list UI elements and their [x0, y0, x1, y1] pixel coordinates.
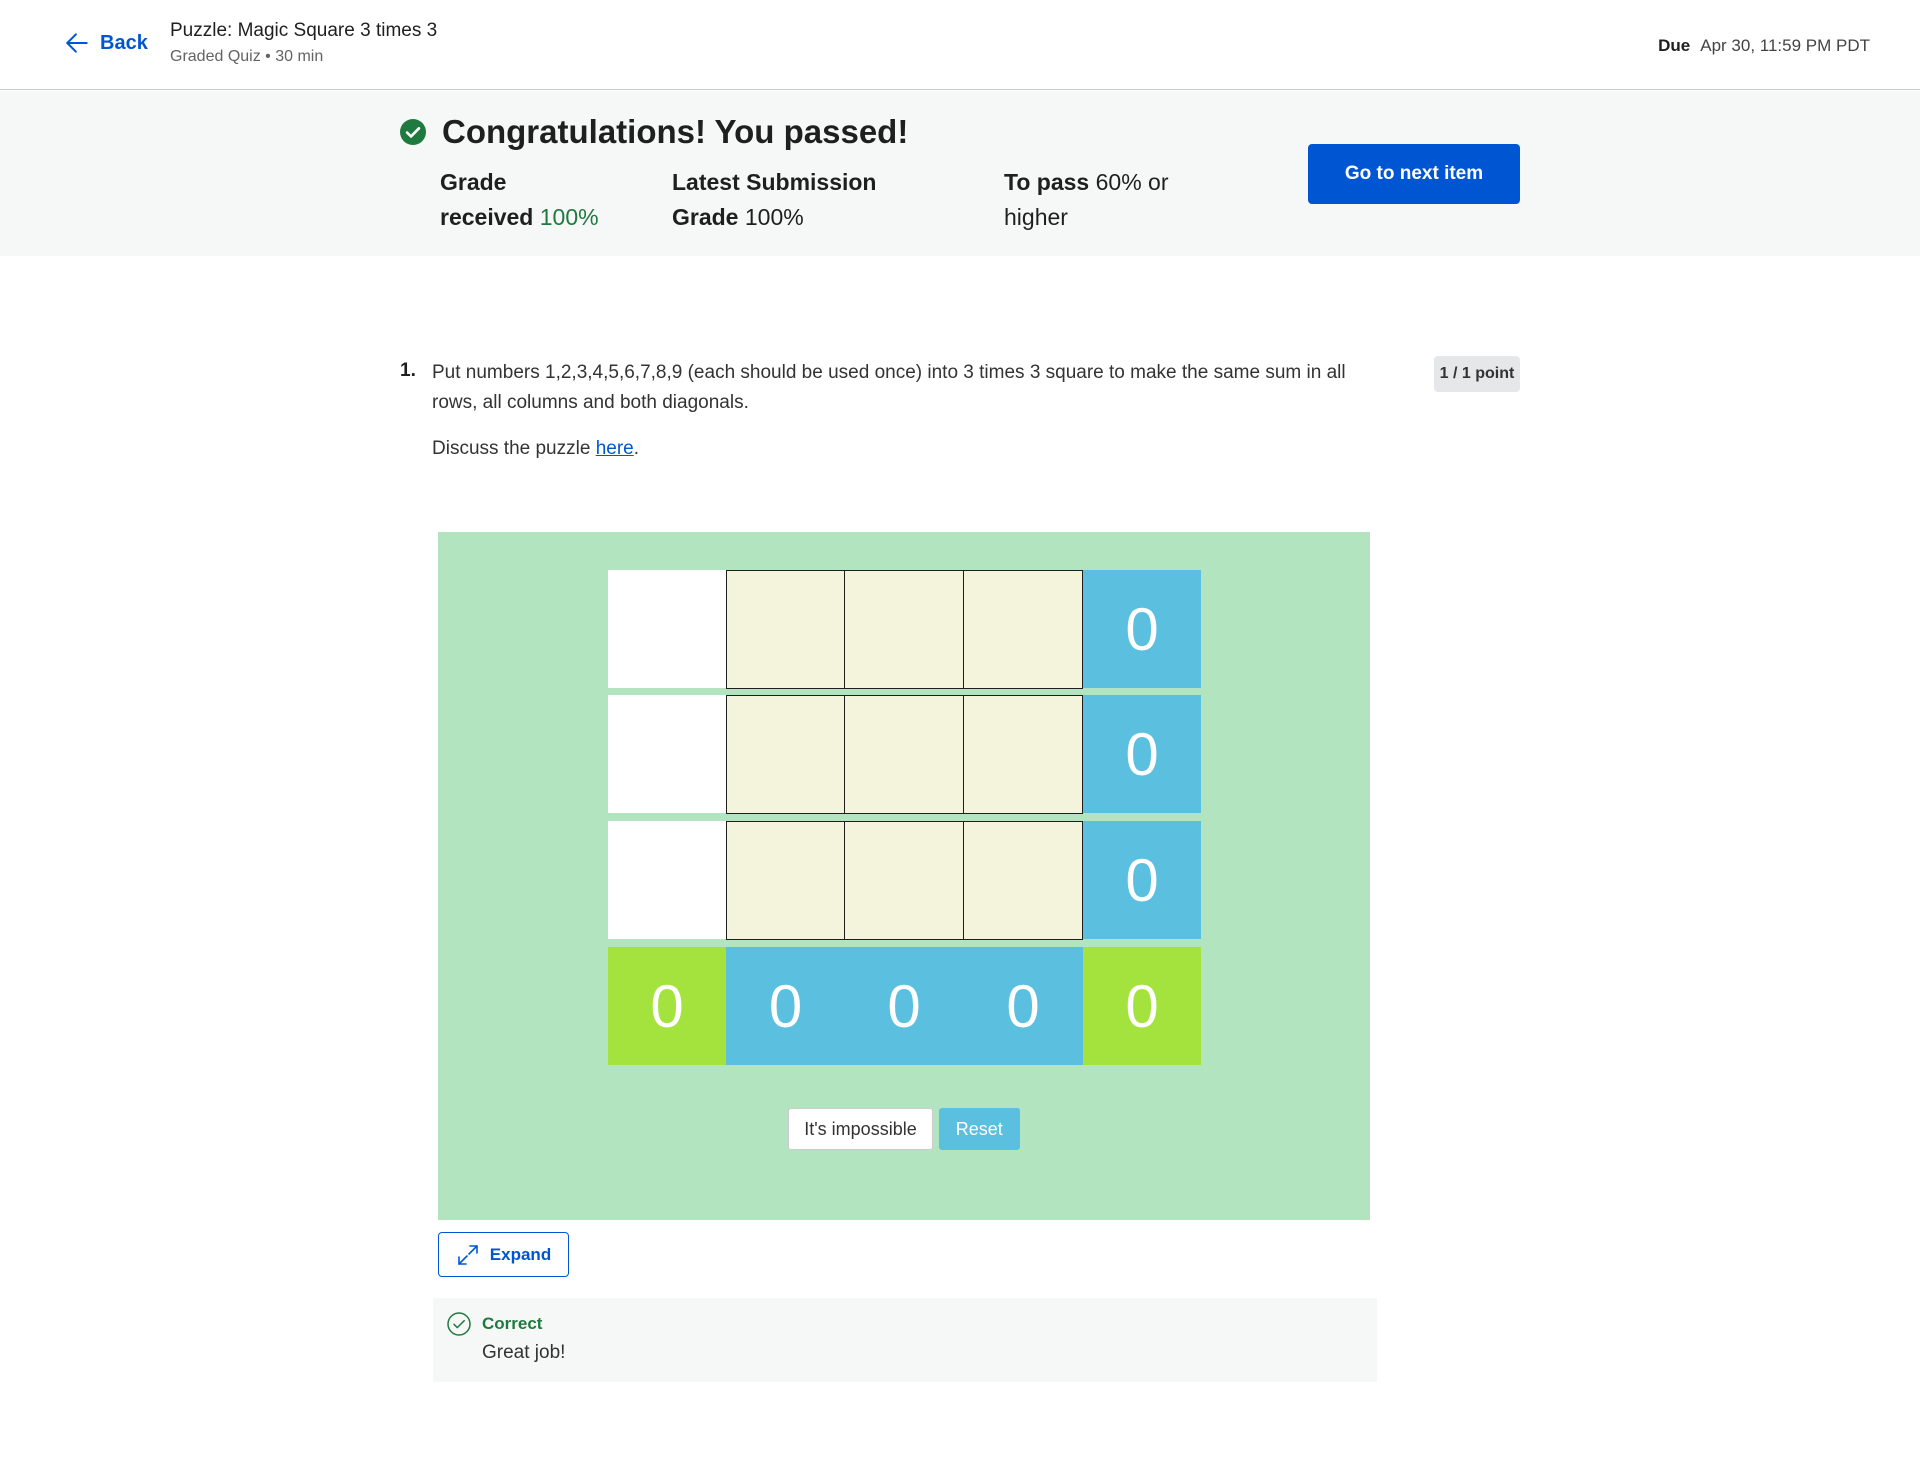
- points-badge: 1 / 1 point: [1434, 356, 1520, 392]
- pass-value: 60% or: [1095, 169, 1169, 195]
- grade-label-2: received: [440, 204, 534, 230]
- page-subtitle: Graded Quiz • 30 min: [170, 48, 324, 65]
- pass-message: Congratulations! You passed!: [400, 113, 908, 151]
- grid-cell-r3c3[interactable]: [963, 821, 1083, 940]
- latest-value: 100%: [744, 204, 804, 230]
- pass-threshold: To pass 60% or higher: [1004, 165, 1204, 235]
- arrow-left-icon: [66, 33, 88, 53]
- reset-button[interactable]: Reset: [938, 1108, 1020, 1150]
- pass-label: To pass: [1004, 169, 1090, 195]
- latest-label-2: Grade: [672, 204, 739, 230]
- expand-label: Expand: [489, 1244, 552, 1264]
- column-sum-3: 0: [963, 947, 1083, 1065]
- check-circle-icon: [400, 119, 426, 145]
- expand-button[interactable]: Expand: [438, 1232, 569, 1277]
- magic-square-puzzle: 0 0 0 0 0 0 0 0 It's impossible Reset: [438, 532, 1370, 1220]
- grade-value: 100%: [539, 204, 599, 230]
- next-item-button[interactable]: Go to next item: [1308, 144, 1520, 204]
- page-title-block: Puzzle: Magic Square 3 times 3 Graded Qu…: [170, 20, 437, 66]
- grid-cell-r2c1[interactable]: [726, 695, 845, 814]
- discuss-period: .: [633, 438, 639, 459]
- due-value: Apr 30, 11:59 PM PDT: [1700, 36, 1870, 55]
- impossible-button[interactable]: It's impossible: [788, 1108, 933, 1150]
- grid-cell-r3c2[interactable]: [844, 821, 964, 940]
- feedback-status: Correct: [482, 1314, 543, 1333]
- question-number: 1.: [400, 360, 416, 381]
- row-sum-1: 0: [1083, 570, 1201, 688]
- grade-label: Grade: [440, 169, 507, 195]
- back-link[interactable]: Back: [64, 30, 148, 56]
- question-text: Put numbers 1,2,3,4,5,6,7,8,9 (each shou…: [432, 362, 1346, 413]
- feedback-box: Correct Great job!: [433, 1298, 1377, 1382]
- blank-cell: [608, 570, 726, 688]
- grid-cell-r2c2[interactable]: [844, 695, 964, 814]
- grid-cell-r1c1[interactable]: [726, 570, 845, 689]
- column-sum-1: 0: [726, 947, 845, 1065]
- back-label: Back: [100, 31, 148, 54]
- puzzle-actions: It's impossible Reset: [438, 1108, 1370, 1150]
- due-label: Due: [1658, 36, 1691, 55]
- row-sum-2: 0: [1083, 695, 1201, 813]
- check-circle-outline-icon: [447, 1312, 471, 1336]
- expand-arrows-icon: [457, 1244, 478, 1265]
- column-sum-2: 0: [844, 947, 964, 1065]
- pass-value-2: higher: [1004, 204, 1068, 230]
- discuss-line: Discuss the puzzle here.: [432, 438, 639, 460]
- grid-cell-r3c1[interactable]: [726, 821, 845, 940]
- grid-cell-r1c2[interactable]: [844, 570, 964, 689]
- page-title: Puzzle: Magic Square 3 times 3: [170, 20, 438, 41]
- row-sum-3: 0: [1083, 821, 1201, 939]
- grid-cell-r1c3[interactable]: [963, 570, 1083, 689]
- discuss-link[interactable]: here: [596, 438, 634, 459]
- due-date: Due Apr 30, 11:59 PM PDT: [1658, 36, 1870, 56]
- result-banner: Congratulations! You passed! Grade recei…: [0, 91, 1920, 256]
- diagonal-sum-right: 0: [1083, 947, 1201, 1065]
- latest-label: Latest Submission: [672, 169, 877, 195]
- top-bar: Back Puzzle: Magic Square 3 times 3 Grad…: [0, 0, 1920, 90]
- grade-received: Grade received 100%: [440, 165, 610, 235]
- discuss-text: Discuss the puzzle: [432, 438, 596, 459]
- pass-title: Congratulations! You passed!: [442, 113, 909, 150]
- diagonal-sum-left: 0: [608, 947, 726, 1065]
- blank-cell: [608, 695, 726, 813]
- latest-submission-grade: Latest Submission Grade 100%: [672, 165, 902, 235]
- grid-cell-r2c3[interactable]: [963, 695, 1083, 814]
- blank-cell: [608, 821, 726, 939]
- feedback-message: Great job!: [482, 1342, 566, 1363]
